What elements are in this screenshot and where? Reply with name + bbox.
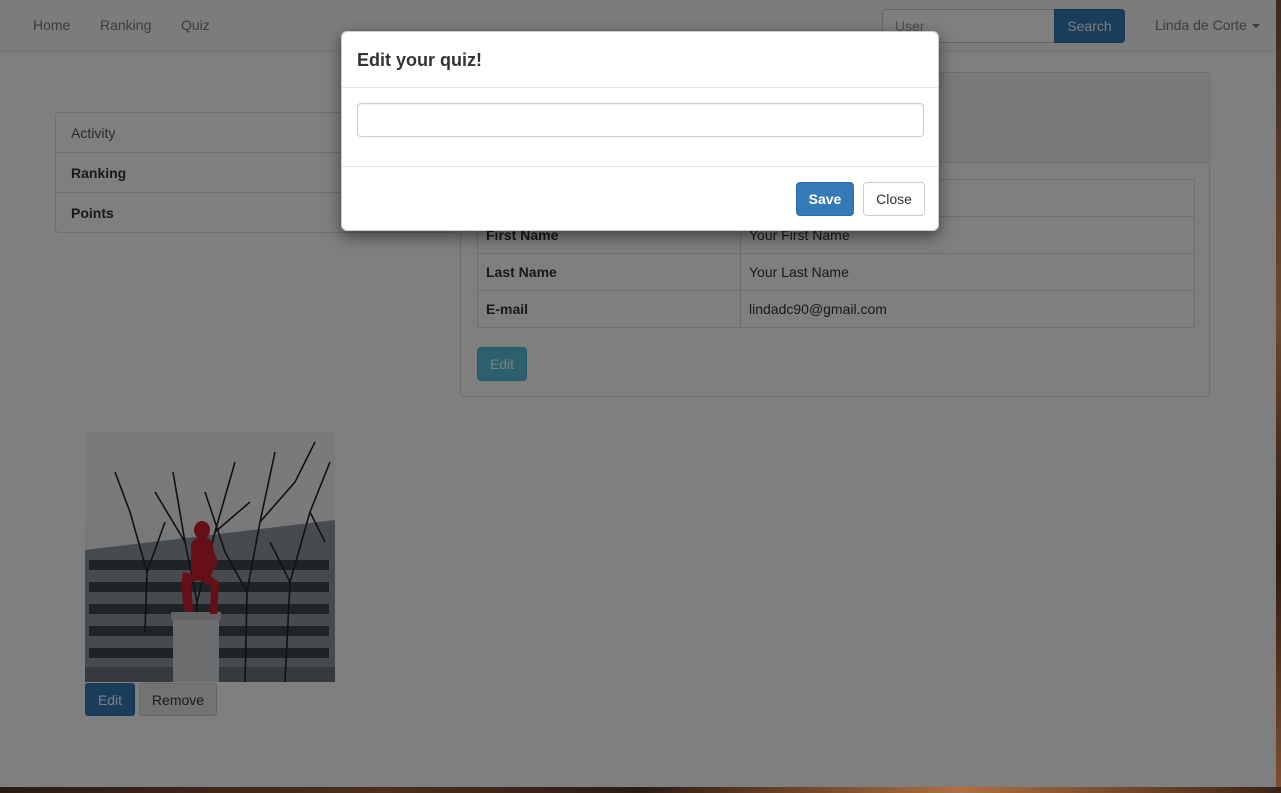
- modal-title: Edit your quiz!: [357, 50, 482, 70]
- edit-quiz-modal: Edit your quiz! Save Close: [341, 31, 939, 231]
- modal-header: Edit your quiz!: [342, 32, 938, 88]
- save-button[interactable]: Save: [796, 182, 854, 216]
- modal-body: [342, 88, 938, 167]
- close-button[interactable]: Close: [863, 182, 925, 216]
- desktop-background-bottom: [0, 787, 1281, 793]
- quiz-name-input[interactable]: [357, 103, 924, 137]
- desktop-background-edge: [1276, 0, 1281, 793]
- modal-footer: Save Close: [342, 167, 938, 231]
- browser-viewport: Home Ranking Quiz Search Linda de Corte …: [0, 0, 1276, 787]
